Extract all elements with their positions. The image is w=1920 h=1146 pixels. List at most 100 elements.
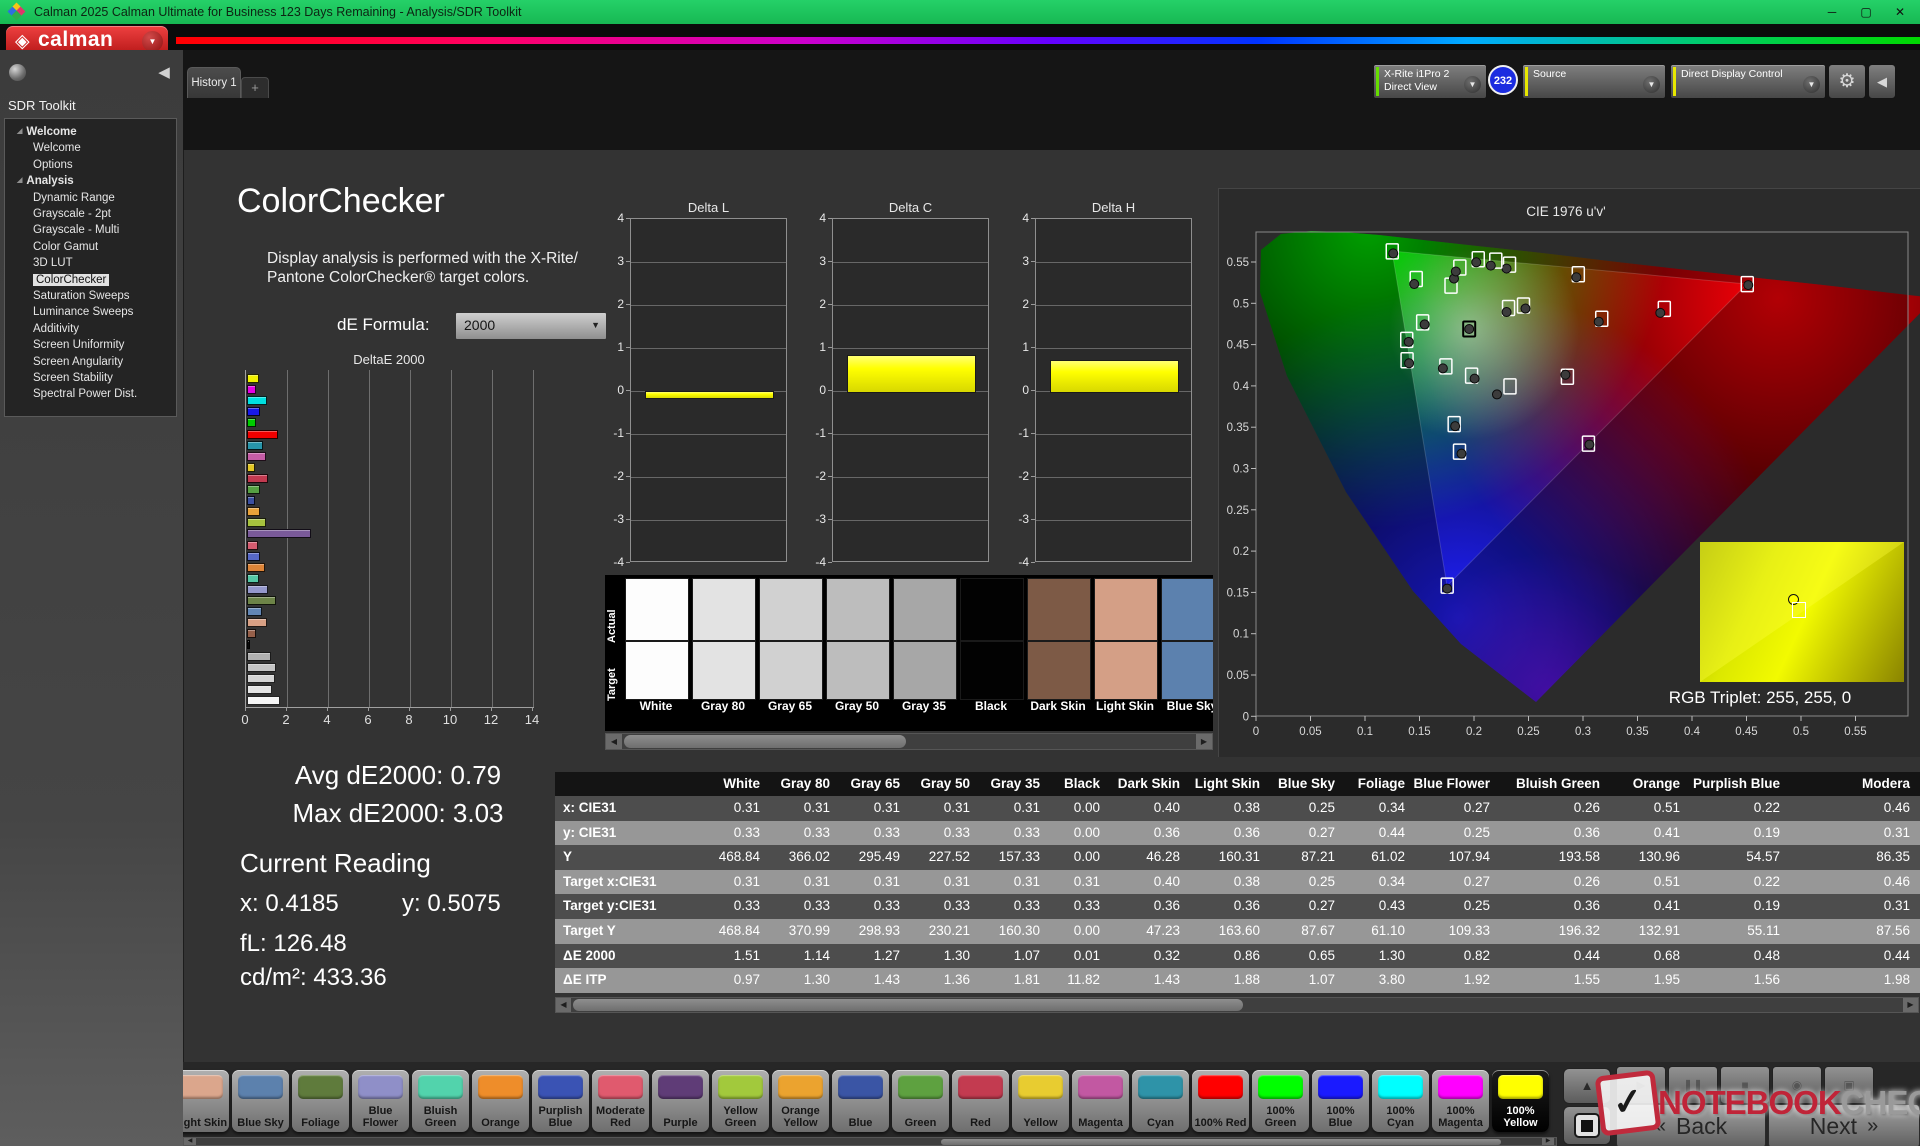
table-cell: 0.34	[1343, 796, 1413, 821]
sidebar-item-luminance-sweeps[interactable]: Luminance Sweeps	[33, 306, 204, 322]
patch-button-orange[interactable]: Orange	[472, 1070, 529, 1132]
chart-gridline	[631, 348, 786, 349]
chevron-down-icon: ▼	[142, 31, 163, 52]
y-axis-tick-label: 2	[600, 297, 624, 311]
sidebar-item-colorchecker[interactable]: ColorChecker	[33, 274, 204, 290]
patch-button-blue-sky[interactable]: Blue Sky	[232, 1070, 289, 1132]
table-cell: 0.25	[1413, 821, 1498, 846]
scroll-right-icon[interactable]: ▶	[1196, 734, 1212, 749]
maximize-button[interactable]: ▢	[1852, 0, 1880, 24]
settings-button[interactable]: ⚙	[1828, 64, 1866, 99]
table-scrollbar[interactable]: ◀ ▶	[555, 997, 1919, 1013]
scroll-right-icon[interactable]: ▶	[1903, 998, 1918, 1012]
measured-marker-blue-100	[1443, 584, 1452, 593]
table-cell: 0.33	[695, 894, 768, 919]
patch-button-magenta[interactable]: Magenta	[1072, 1070, 1129, 1132]
sidebar-item-screen-uniformity[interactable]: Screen Uniformity	[33, 339, 204, 355]
patch-button-yellow[interactable]: Yellow	[1012, 1070, 1069, 1132]
expand-arrow-icon[interactable]: ◢	[17, 128, 22, 135]
sidebar-item-additivity[interactable]: Additivity	[33, 323, 204, 339]
patch-button-100-red[interactable]: 100% Red	[1192, 1070, 1249, 1132]
patch-button-purplish-blue[interactable]: Purplish Blue	[532, 1070, 589, 1132]
scroll-left-icon[interactable]: ◀	[184, 1138, 196, 1145]
sidebar-item-dynamic-range[interactable]: Dynamic Range	[33, 192, 204, 208]
session-orb-icon[interactable]	[9, 64, 26, 81]
table-row[interactable]: ΔE 20001.511.141.271.301.070.010.320.860…	[555, 944, 1920, 969]
sidebar-item-welcome[interactable]: Welcome	[33, 142, 204, 158]
table-row[interactable]: ΔE ITP0.971.301.431.361.8111.821.431.881…	[555, 968, 1920, 993]
sidebar-item-saturation-sweeps[interactable]: Saturation Sweeps	[33, 290, 204, 306]
measured-marker-magenta	[1561, 370, 1570, 379]
sidebar-item-screen-stability[interactable]: Screen Stability	[33, 372, 204, 388]
meter-count-badge[interactable]: 232	[1488, 65, 1518, 95]
scroll-left-icon[interactable]: ◀	[556, 998, 571, 1012]
patch-button-100-green[interactable]: 100% Green	[1252, 1070, 1309, 1132]
sidebar-item-options[interactable]: Options	[33, 159, 204, 175]
patch-button-blue[interactable]: Blue	[832, 1070, 889, 1132]
meter-dropdown[interactable]: X-Rite i1Pro 2Direct View ▼	[1373, 64, 1487, 99]
sidebar-item-grayscale-multi[interactable]: Grayscale - Multi	[33, 224, 204, 240]
source-dropdown[interactable]: Source ▼	[1522, 64, 1666, 99]
minimize-button[interactable]: ─	[1818, 0, 1846, 24]
table-row[interactable]: Target x:CIE310.310.310.310.310.310.310.…	[555, 870, 1920, 895]
patch-button-bluish-green[interactable]: Bluish Green	[412, 1070, 469, 1132]
patch-button-orange-yellow[interactable]: Orange Yellow	[772, 1070, 829, 1132]
patch-button-100-cyan[interactable]: 100% Cyan	[1372, 1070, 1429, 1132]
patch-button-cyan[interactable]: Cyan	[1132, 1070, 1189, 1132]
measured-marker-green-100	[1389, 249, 1398, 258]
sidebar-collapse-button[interactable]: ◀	[153, 60, 175, 86]
patch-button-blue-flower[interactable]: Blue Flower	[352, 1070, 409, 1132]
sidebar-item-analysis[interactable]: ◢Analysis	[17, 175, 188, 191]
display-control-dropdown[interactable]: Direct Display Control ▼	[1670, 64, 1826, 99]
table-cell: 468.84	[695, 919, 768, 944]
expand-arrow-icon[interactable]: ◢	[17, 177, 22, 184]
table-cell: 47.23	[1108, 919, 1188, 944]
table-cell: 0.31	[1048, 870, 1108, 895]
table-cell: 3.80	[1343, 968, 1413, 993]
table-row[interactable]: y: CIE310.330.330.330.330.330.000.360.36…	[555, 821, 1920, 846]
scrollbar-thumb[interactable]	[573, 999, 1243, 1011]
sidebar-item-welcome[interactable]: ◢Welcome	[17, 126, 188, 142]
patch-button-moderate-red[interactable]: Moderate Red	[592, 1070, 649, 1132]
patch-button-red[interactable]: Red	[952, 1070, 1009, 1132]
swatch-scrollbar[interactable]: ◀ ▶	[605, 733, 1213, 750]
table-row[interactable]: Target y:CIE310.330.330.330.330.330.330.…	[555, 894, 1920, 919]
patch-button-100-magenta[interactable]: 100% Magenta	[1432, 1070, 1489, 1132]
patch-button-light-skin[interactable]: Light Skin	[183, 1070, 229, 1132]
meter-status-bar	[1376, 67, 1379, 96]
patch-button-green[interactable]: Green	[892, 1070, 949, 1132]
panel-collapse-button[interactable]: ◀	[1868, 64, 1896, 99]
table-row-label: Target Y	[555, 919, 695, 944]
swatch-label: Gray 35	[889, 699, 959, 713]
patch-scrollbar[interactable]: ◀ ▶	[183, 1137, 1557, 1146]
sidebar-item-spectral-power-dist-[interactable]: Spectral Power Dist.	[33, 388, 204, 404]
patch-button-yellow-green[interactable]: Yellow Green	[712, 1070, 769, 1132]
patch-button-purple[interactable]: Purple	[652, 1070, 709, 1132]
patch-button-foliage[interactable]: Foliage	[292, 1070, 349, 1132]
table-row[interactable]: x: CIE310.310.310.310.310.310.000.400.38…	[555, 796, 1920, 821]
patch-button-100-blue[interactable]: 100% Blue	[1312, 1070, 1369, 1132]
sidebar-item-color-gamut[interactable]: Color Gamut	[33, 241, 204, 257]
chart-gridline	[287, 370, 288, 707]
measured-marker-cyan-100	[1404, 337, 1413, 346]
scrollbar-thumb[interactable]	[624, 735, 906, 748]
svg-text:0.2: 0.2	[1233, 546, 1249, 558]
source-dropdown-label: Source	[1533, 68, 1566, 81]
svg-text:0.45: 0.45	[1227, 340, 1249, 352]
scroll-left-icon[interactable]: ◀	[606, 734, 622, 749]
table-row[interactable]: Y468.84366.02295.49227.52157.330.0046.28…	[555, 845, 1920, 870]
deltae-bar-white	[247, 696, 280, 705]
sidebar-item-3d-lut[interactable]: 3D LUT	[33, 257, 204, 273]
table-cell: 370.99	[768, 919, 838, 944]
formula-dropdown[interactable]: 2000 ▼	[455, 312, 607, 340]
patch-button-100-yellow[interactable]: 100% Yellow	[1492, 1070, 1549, 1132]
scrollbar-thumb[interactable]	[941, 1139, 1501, 1145]
sidebar-item-screen-angularity[interactable]: Screen Angularity	[33, 356, 204, 372]
svg-text:0.35: 0.35	[1626, 726, 1648, 738]
tab-history-1[interactable]: History 1	[187, 67, 241, 98]
add-tab-button[interactable]: +	[241, 77, 269, 98]
sidebar-item-grayscale-2pt[interactable]: Grayscale - 2pt	[33, 208, 204, 224]
scroll-right-icon[interactable]: ▶	[1542, 1138, 1554, 1145]
table-row[interactable]: Target Y468.84370.99298.93230.21160.300.…	[555, 919, 1920, 944]
close-button[interactable]: ✕	[1886, 0, 1914, 24]
